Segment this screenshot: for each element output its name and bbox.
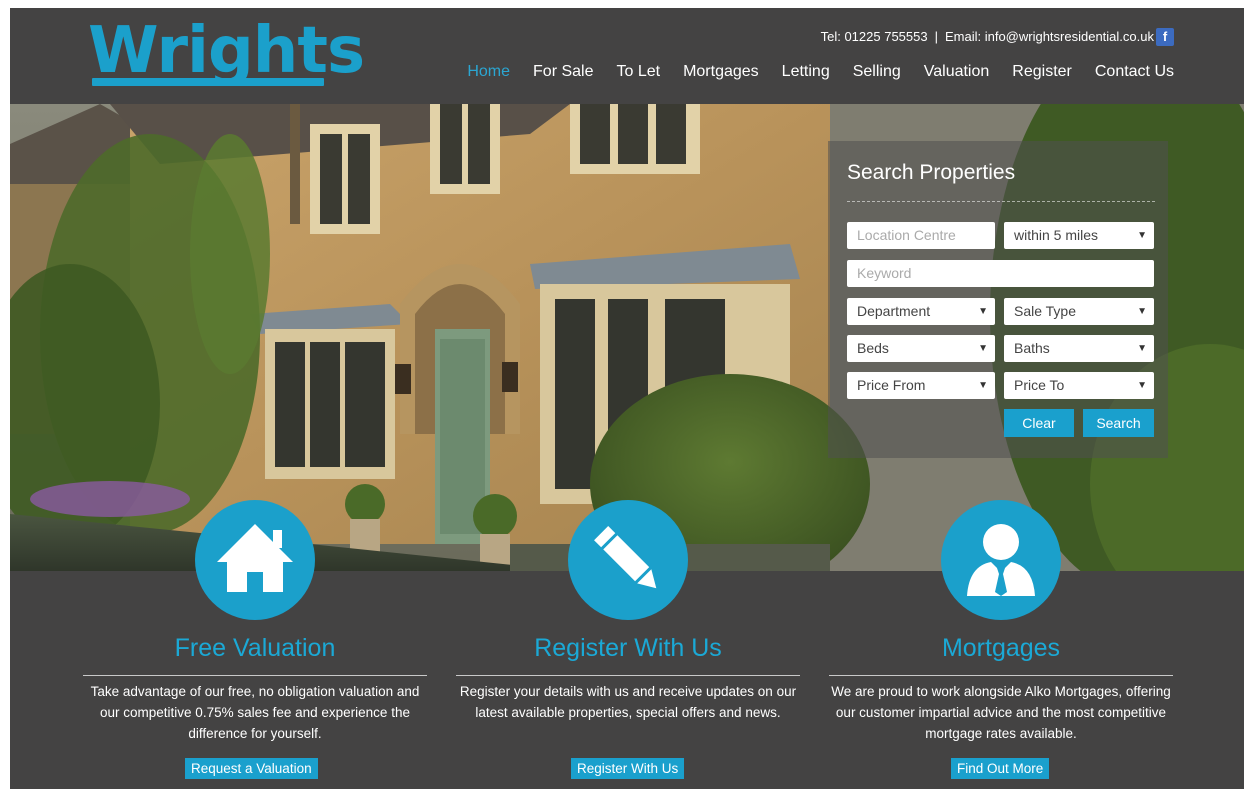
person-icon: [941, 500, 1061, 620]
main-nav: Home For Sale To Let Mortgages Letting S…: [444, 63, 1174, 81]
house-icon: [195, 500, 315, 620]
chevron-down-icon: ▼: [978, 306, 988, 317]
feature-text: Register your details with us and receiv…: [459, 684, 797, 720]
feature-divider: [83, 675, 427, 676]
feature-title: Mortgages: [941, 634, 1061, 662]
page-frame: Wrights Tel: 01225 755553 | Email: info@wr…: [10, 8, 1244, 789]
sale-type-select-value: Sale Type: [1014, 303, 1077, 319]
price-to-select[interactable]: Price To ▼: [1004, 372, 1154, 399]
chevron-down-icon: ▼: [1137, 306, 1147, 317]
nav-register[interactable]: Register: [1012, 63, 1072, 81]
radius-select-value: within 5 miles: [1014, 227, 1099, 243]
price-from-select-value: Price From: [857, 377, 926, 393]
chevron-down-icon: ▼: [1137, 230, 1147, 241]
sale-type-select[interactable]: Sale Type ▼: [1004, 298, 1154, 325]
department-select[interactable]: Department ▼: [847, 298, 995, 325]
find-out-more-button[interactable]: Find Out More: [951, 758, 1050, 779]
site-header: Wrights Tel: 01225 755553 | Email: info@wr…: [10, 8, 1244, 104]
nav-for-sale[interactable]: For Sale: [533, 63, 593, 81]
contact-email[interactable]: Email: info@wrightsresidential.co.uk: [945, 29, 1154, 44]
request-valuation-button[interactable]: Request a Valuation: [185, 758, 318, 779]
keyword-input[interactable]: Keyword: [847, 260, 1154, 287]
radius-select[interactable]: within 5 miles ▼: [1004, 222, 1154, 249]
nav-to-let[interactable]: To Let: [616, 63, 660, 81]
contact-separator: |: [934, 29, 938, 44]
location-input[interactable]: Location Centre: [847, 222, 995, 249]
feature-register: Register With Us Register your details w…: [456, 500, 800, 789]
feature-free-valuation: Free Valuation Take advantage of our fre…: [83, 500, 427, 789]
baths-select-value: Baths: [1014, 340, 1050, 356]
facebook-icon[interactable]: f: [1156, 28, 1174, 46]
search-panel: Search Properties Location Centre within…: [828, 141, 1168, 458]
contact-info: Tel: 01225 755553 | Email: info@wrightsres…: [821, 28, 1154, 46]
price-to-select-value: Price To: [1014, 377, 1065, 393]
chevron-down-icon: ▼: [1137, 343, 1147, 354]
beds-select[interactable]: Beds ▼: [847, 335, 995, 362]
nav-letting[interactable]: Letting: [782, 63, 830, 81]
baths-select[interactable]: Baths ▼: [1004, 335, 1154, 362]
search-button[interactable]: Search: [1083, 409, 1154, 437]
search-title: Search Properties: [847, 161, 1016, 184]
chevron-down-icon: ▼: [1137, 380, 1147, 391]
department-select-value: Department: [857, 303, 931, 319]
nav-contact-us[interactable]: Contact Us: [1095, 63, 1174, 81]
beds-select-value: Beds: [857, 340, 889, 356]
register-with-us-button[interactable]: Register With Us: [571, 758, 685, 779]
feature-title: Free Valuation: [174, 634, 336, 662]
chevron-down-icon: ▼: [978, 343, 988, 354]
feature-divider: [829, 675, 1173, 676]
nav-mortgages[interactable]: Mortgages: [683, 63, 759, 81]
feature-divider: [456, 675, 800, 676]
contact-tel: Tel: 01225 755553: [820, 29, 928, 44]
logo-underline: [92, 78, 324, 86]
chevron-down-icon: ▼: [978, 380, 988, 391]
nav-selling[interactable]: Selling: [853, 63, 901, 81]
feature-text: Take advantage of our free, no obligatio…: [90, 684, 420, 741]
price-from-select[interactable]: Price From ▼: [847, 372, 995, 399]
feature-title: Register With Us: [534, 634, 722, 662]
nav-home[interactable]: Home: [467, 63, 510, 81]
clear-button[interactable]: Clear: [1004, 409, 1074, 437]
nav-valuation[interactable]: Valuation: [924, 63, 990, 81]
feature-text: We are proud to work alongside Alko Mort…: [831, 684, 1171, 741]
search-divider: [847, 201, 1155, 202]
pencil-icon: [568, 500, 688, 620]
feature-mortgages: Mortgages We are proud to work alongside…: [829, 500, 1173, 789]
